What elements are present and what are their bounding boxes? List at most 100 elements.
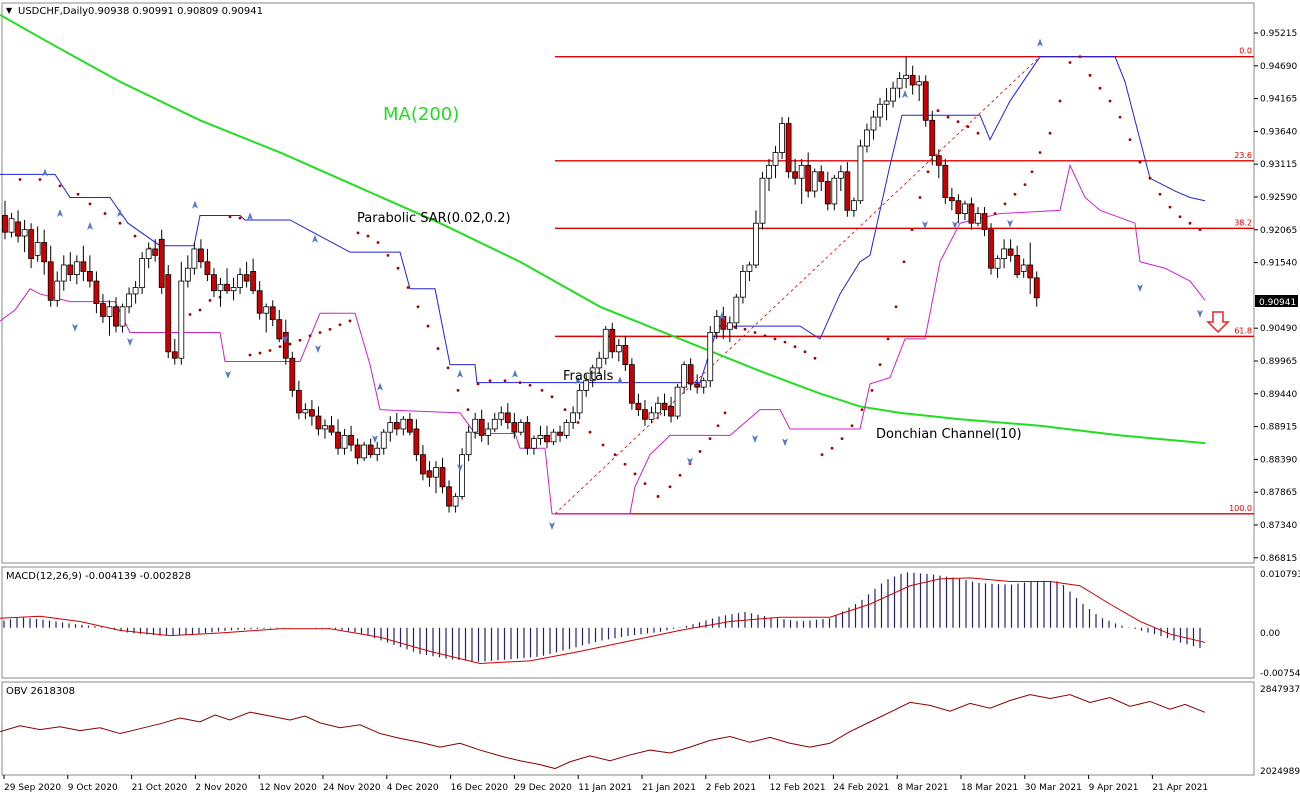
- candle-body: [767, 165, 772, 178]
- sar-dot: [541, 389, 544, 392]
- candle-body: [22, 230, 27, 236]
- candle-body: [94, 281, 99, 304]
- sar-dot: [249, 354, 252, 357]
- candle-body: [904, 75, 909, 78]
- sar-dot: [1031, 170, 1034, 173]
- candle-body: [100, 304, 105, 317]
- sar-dot: [644, 482, 647, 485]
- sar-dot: [189, 313, 192, 316]
- candle-body: [492, 419, 497, 429]
- candle-body: [616, 345, 621, 351]
- sar-dot: [1189, 222, 1192, 225]
- candle-body: [257, 291, 262, 314]
- price-tick-label: 0.94165: [1260, 95, 1297, 105]
- sar-dot: [794, 345, 797, 348]
- sar-dot: [614, 453, 617, 456]
- sar-dot: [911, 228, 914, 231]
- candle-body: [845, 172, 850, 211]
- sar-dot: [457, 389, 460, 392]
- price-tick-label: 0.88390: [1260, 455, 1297, 465]
- candle-body: [349, 435, 354, 445]
- sar-dot: [1109, 100, 1112, 103]
- obv-label: OBV 2618308: [6, 686, 75, 697]
- candle-body: [479, 419, 484, 435]
- candle-body: [1034, 278, 1039, 298]
- time-tick-label: 8 Mar 2021: [897, 783, 948, 793]
- sar-dot: [831, 447, 834, 450]
- candle-body: [16, 222, 21, 236]
- candle-body: [531, 439, 536, 449]
- chart-svg[interactable]: 0.023.638.261.8100.0 0.952150.946900.941…: [0, 0, 1300, 798]
- sar-dot: [887, 338, 890, 341]
- sar-dot: [814, 357, 817, 360]
- sar-dot: [59, 185, 62, 188]
- sar-dot: [299, 339, 302, 342]
- sar-dot: [709, 437, 712, 440]
- candle-body: [701, 381, 706, 387]
- sar-dot: [77, 193, 80, 196]
- candle-body: [218, 284, 223, 290]
- sar-dot: [1069, 61, 1072, 64]
- macd-label: MACD(12,26,9) -0.004139 -0.002828: [6, 571, 191, 582]
- sar-dot: [764, 334, 767, 337]
- sar-dot: [724, 411, 727, 414]
- candle-body: [930, 120, 935, 155]
- candle-body: [1008, 249, 1013, 255]
- candle-body: [727, 323, 732, 329]
- candle-body: [780, 124, 785, 153]
- candle-body: [35, 242, 40, 255]
- sar-dot: [699, 450, 702, 453]
- time-tick-label: 12 Feb 2021: [770, 783, 826, 793]
- candle-body: [949, 197, 954, 200]
- sar-dot: [821, 453, 824, 456]
- sar-dot: [919, 196, 922, 199]
- candle-body: [375, 448, 380, 454]
- candle-body: [538, 435, 543, 438]
- time-tick-label: 21 Apr 2021: [1152, 783, 1208, 793]
- sar-dot: [669, 485, 672, 488]
- sar-dot: [679, 474, 682, 477]
- candle-body: [211, 275, 216, 291]
- candle-body: [923, 82, 928, 121]
- sar-dot: [589, 431, 592, 434]
- sar-dot: [397, 267, 400, 270]
- candle-body: [1021, 265, 1026, 271]
- fib-level-label: 38.2: [1234, 218, 1252, 227]
- sar-dot: [879, 363, 882, 366]
- candle-body: [662, 403, 667, 409]
- sar-dot: [437, 347, 440, 350]
- candle-body: [864, 130, 869, 146]
- candle-body: [551, 432, 556, 442]
- sar-dot: [1089, 74, 1092, 77]
- candle-body: [1002, 249, 1007, 259]
- sar-dot: [994, 212, 997, 215]
- sar-dot: [903, 260, 906, 263]
- sar-dot: [367, 235, 370, 238]
- trading-chart[interactable]: 0.023.638.261.8100.0 0.952150.946900.941…: [0, 0, 1300, 798]
- candle-body: [740, 271, 745, 297]
- toggle-glyph[interactable]: ▼: [6, 6, 13, 15]
- sar-dot: [349, 320, 352, 323]
- sar-dot: [357, 231, 360, 234]
- price-tick-label: 0.93115: [1260, 160, 1297, 170]
- candle-body: [812, 172, 817, 191]
- candle-body: [264, 307, 269, 313]
- sar-dot: [329, 328, 332, 331]
- candle-body: [133, 288, 138, 294]
- sar-dot: [551, 395, 554, 398]
- candle-body: [447, 487, 452, 506]
- sar-dot: [804, 350, 807, 353]
- candle-body: [969, 204, 974, 223]
- candle-body: [629, 365, 634, 404]
- sar-dot: [504, 379, 507, 382]
- candle-body: [544, 435, 549, 441]
- candle-body: [891, 88, 896, 101]
- price-tick-label: 0.92065: [1260, 226, 1297, 236]
- candle-body: [760, 178, 765, 223]
- price-tick-label: 0.87340: [1260, 521, 1297, 531]
- sar-dot: [239, 217, 242, 220]
- candle-body: [884, 101, 889, 104]
- candle-body: [303, 410, 308, 413]
- sar-dot: [861, 408, 864, 411]
- candle-body: [368, 445, 373, 455]
